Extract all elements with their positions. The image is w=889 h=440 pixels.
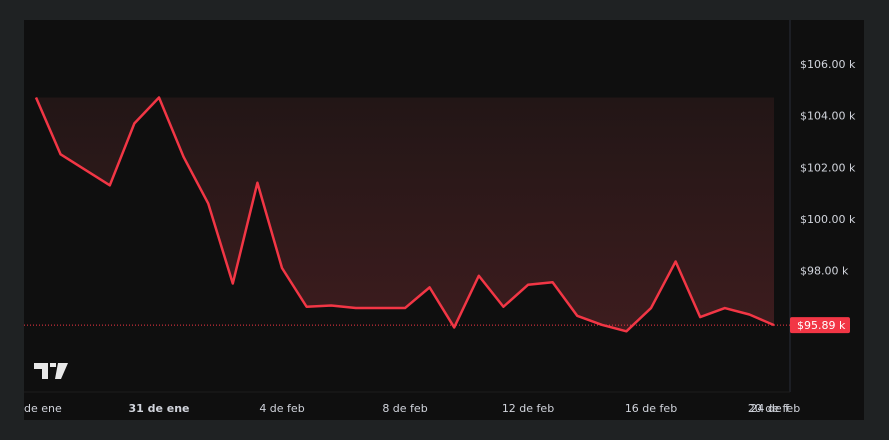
y-tick-label: $106.00 k (800, 58, 856, 71)
tradingview-logo-mark (34, 363, 68, 379)
y-tick-label: $102.00 k (800, 161, 856, 174)
tradingview-logo[interactable] (34, 363, 68, 379)
x-tick-label: 16 de feb (625, 402, 677, 415)
x-tick-label: 8 de feb (382, 402, 427, 415)
x-tick-label: 4 de feb (259, 402, 304, 415)
x-tick-label: de ene (24, 402, 62, 415)
y-tick-label: $98.00 k (800, 265, 849, 278)
price-chart[interactable]: $106.00 k $104.00 k $102.00 k $100.00 k $98.… (24, 20, 864, 420)
x-tick-label: 12 de feb (502, 402, 554, 415)
range-area (36, 97, 774, 332)
x-tick-label: 31 de ene (128, 402, 189, 415)
y-tick-label: $100.00 k (800, 213, 856, 226)
chart-frame: $106.00 k $104.00 k $102.00 k $100.00 k $98.… (24, 20, 864, 420)
x-tick-label: 24 de f (750, 402, 790, 415)
last-price-label: $95.89 k (797, 319, 846, 332)
y-tick-label: $104.00 k (800, 110, 856, 123)
